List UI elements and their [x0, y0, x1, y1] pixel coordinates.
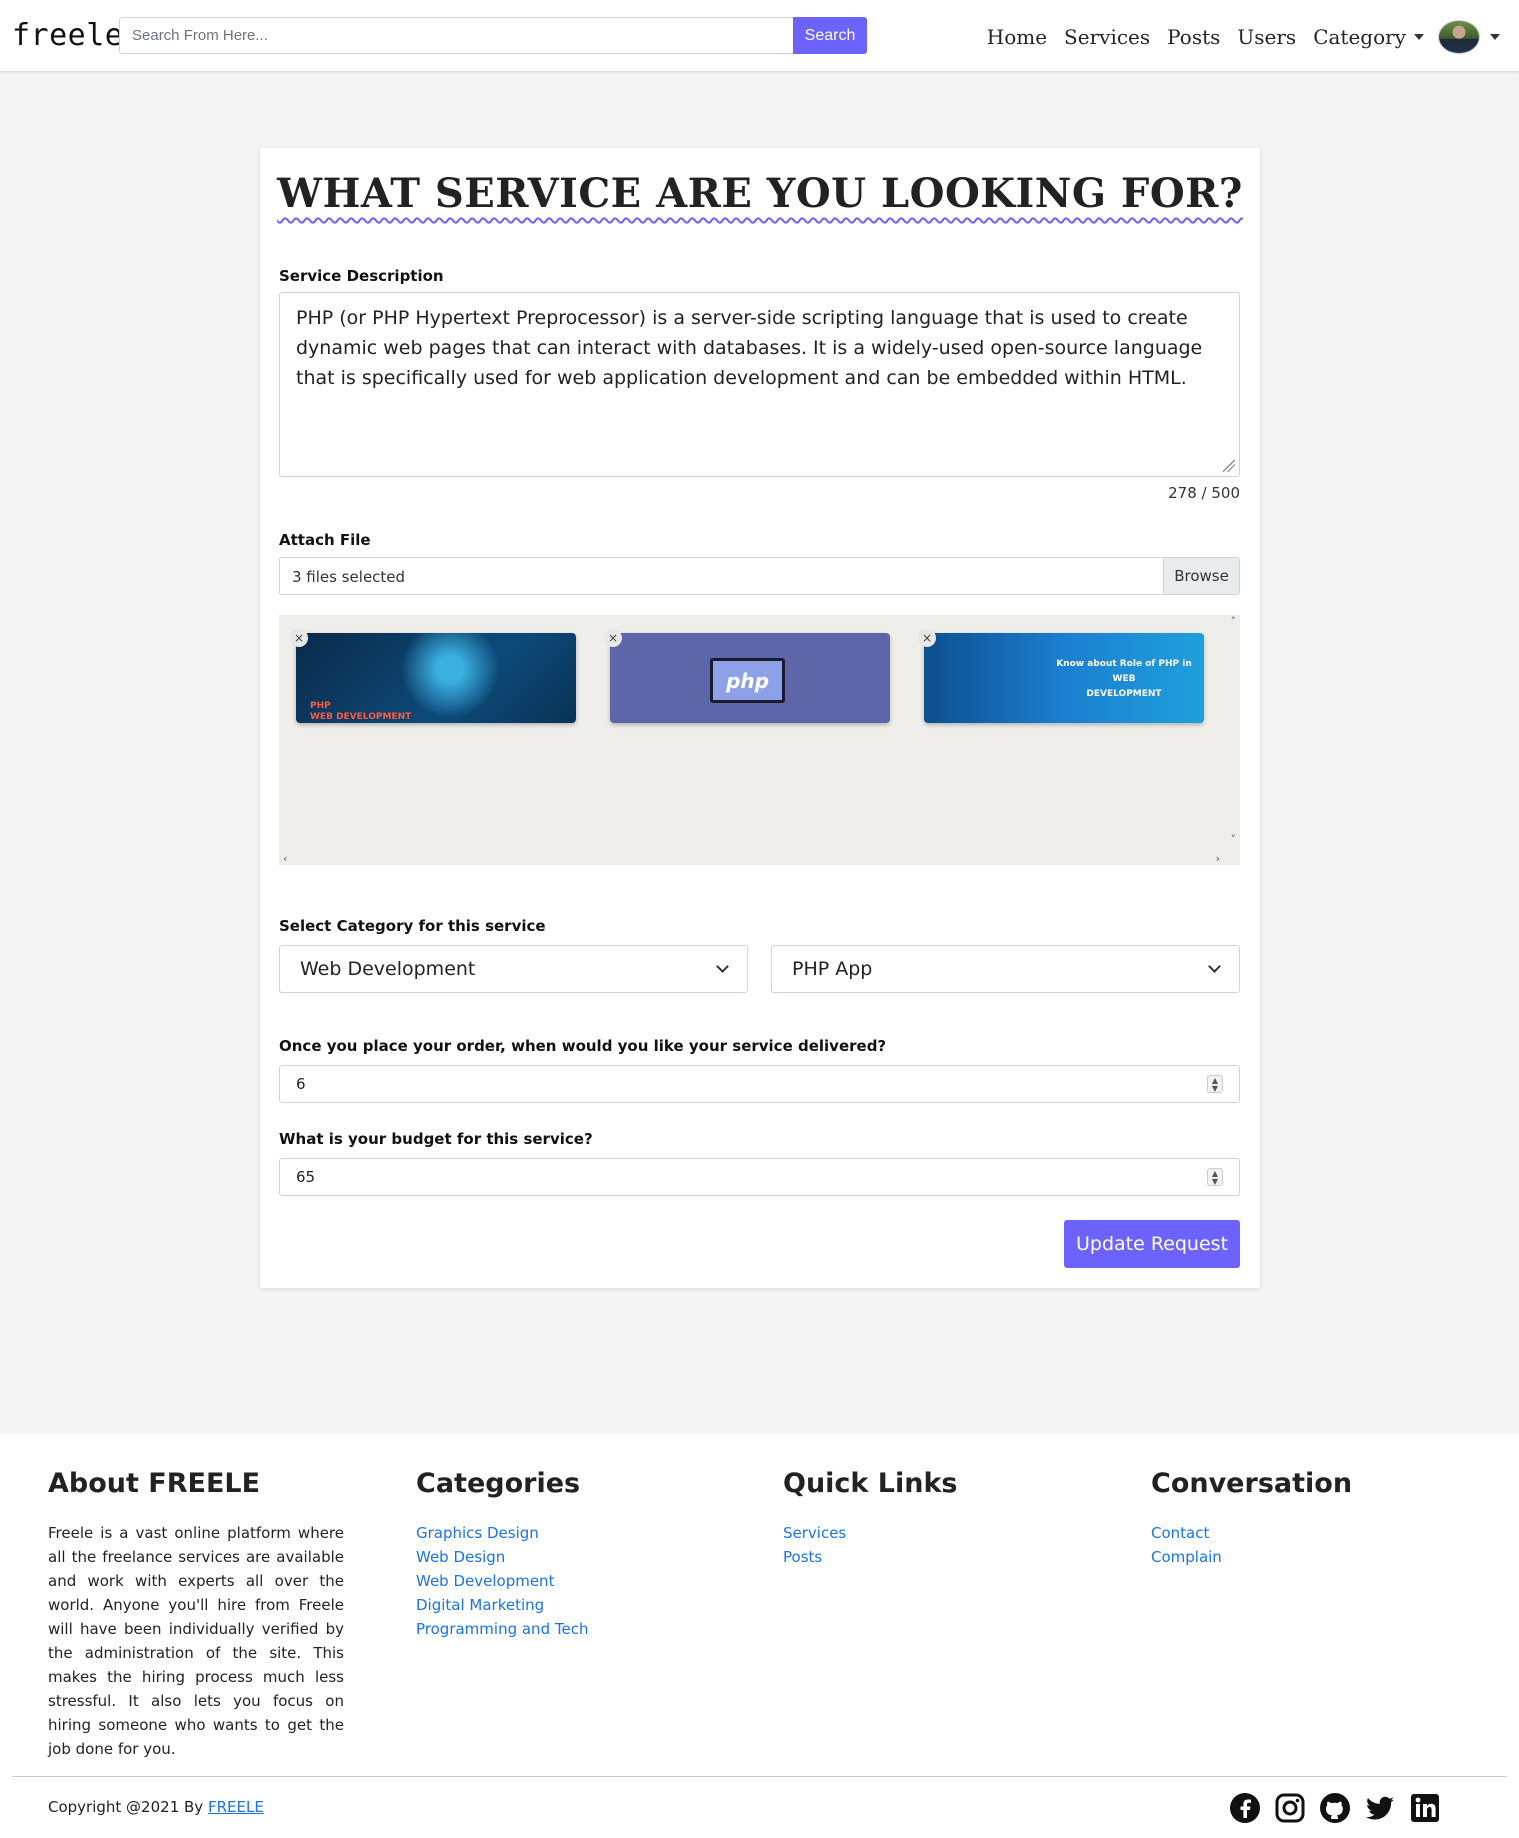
delivery-label: Once you place your order, when would yo… — [279, 1037, 887, 1055]
copyright: Copyright @2021 By FREELE — [48, 1798, 264, 1816]
footer-categories: Categories Graphics Design Web Design We… — [416, 1468, 588, 1641]
nav-category-dropdown[interactable]: Category — [1313, 25, 1424, 49]
browse-button[interactable]: Browse — [1163, 558, 1239, 594]
description-text: PHP (or PHP Hypertext Preprocessor) is a… — [296, 307, 1203, 389]
update-request-button[interactable]: Update Request — [1064, 1220, 1240, 1268]
footer-about: About FREELE Freele is a vast online pla… — [48, 1468, 344, 1761]
instagram-icon[interactable] — [1274, 1792, 1306, 1824]
scroll-left-icon[interactable]: ‹ — [283, 852, 287, 865]
footer-link-web-development[interactable]: Web Development — [416, 1572, 554, 1590]
user-avatar[interactable] — [1438, 20, 1480, 54]
footer-conversation-list: Contact Complain — [1151, 1521, 1352, 1569]
delivery-value: 6 — [296, 1075, 306, 1093]
avatar-caret-down-icon[interactable] — [1490, 34, 1500, 40]
description-label: Service Description — [279, 267, 444, 285]
scroll-right-icon[interactable]: › — [1216, 852, 1220, 865]
facebook-icon[interactable] — [1229, 1792, 1261, 1824]
preview-3-caption: Know about Role of PHP in WEB DEVELOPMEN… — [1056, 659, 1192, 699]
footer-divider — [12, 1776, 1507, 1777]
footer: About FREELE Freele is a vast online pla… — [0, 1434, 1519, 1838]
chevron-down-icon — [716, 959, 729, 973]
footer-about-text: Freele is a vast online platform where a… — [48, 1524, 344, 1758]
file-input[interactable]: 3 files selected Browse — [279, 557, 1240, 595]
preview-image-2: php — [610, 633, 890, 723]
nav-services[interactable]: Services — [1064, 25, 1150, 49]
budget-label: What is your budget for this service? — [279, 1130, 593, 1148]
file-input-text: 3 files selected — [292, 568, 406, 586]
navbar: freele Search Home Services Posts Users … — [0, 0, 1519, 72]
social-links — [1216, 1792, 1441, 1824]
category-select[interactable]: Web Development — [279, 945, 748, 993]
resize-handle-icon[interactable] — [1223, 460, 1235, 472]
footer-conversation: Conversation Contact Complain — [1151, 1468, 1352, 1569]
service-request-card: WHAT SERVICE ARE YOU LOOKING FOR? Servic… — [260, 148, 1260, 1288]
footer-quick-title: Quick Links — [783, 1468, 958, 1499]
nav-home[interactable]: Home — [987, 25, 1047, 49]
footer-link-web-design[interactable]: Web Design — [416, 1548, 505, 1566]
caret-down-icon — [1414, 34, 1424, 40]
nav-posts[interactable]: Posts — [1167, 25, 1220, 49]
footer-quick-links: Quick Links Services Posts — [783, 1468, 958, 1569]
description-textarea[interactable]: PHP (or PHP Hypertext Preprocessor) is a… — [279, 292, 1240, 477]
category-label: Select Category for this service — [279, 917, 546, 935]
nav-category-label: Category — [1313, 25, 1406, 49]
search-button[interactable]: Search — [793, 17, 867, 54]
number-spinner-icon[interactable]: ▲ ▼ — [1207, 1168, 1223, 1186]
github-icon[interactable] — [1319, 1792, 1351, 1824]
footer-conversation-title: Conversation — [1151, 1468, 1353, 1499]
search-input[interactable] — [119, 17, 793, 54]
chevron-down-icon — [1208, 959, 1221, 973]
footer-categories-title: Categories — [416, 1468, 581, 1499]
footer-link-digital-marketing[interactable]: Digital Marketing — [416, 1596, 544, 1614]
search-form: Search — [119, 17, 867, 54]
brand-logo[interactable]: freele — [12, 18, 123, 53]
footer-categories-list: Graphics Design Web Design Web Developme… — [416, 1521, 588, 1641]
remove-file-2-icon[interactable]: × — [604, 629, 622, 647]
remove-file-1-icon[interactable]: × — [290, 629, 308, 647]
footer-link-services[interactable]: Services — [783, 1524, 846, 1542]
preview-1-caption: PHP WEB DEVELOPMENT — [310, 701, 412, 722]
file-preview-area[interactable]: × PHP WEB DEVELOPMENT × php × Know about… — [279, 615, 1240, 865]
category-select-value: Web Development — [300, 958, 476, 980]
footer-link-complain[interactable]: Complain — [1151, 1548, 1222, 1566]
char-counter: 278 / 500 — [1168, 484, 1240, 502]
php-monitor-icon: php — [710, 658, 785, 703]
budget-input[interactable]: 65 ▲ ▼ — [279, 1158, 1240, 1196]
nav-links: Home Services Posts Users Category — [970, 20, 1500, 54]
subcategory-select[interactable]: PHP App — [771, 945, 1240, 993]
footer-link-posts[interactable]: Posts — [783, 1548, 822, 1566]
scroll-down-icon[interactable]: ˅ — [1231, 833, 1237, 846]
scroll-up-icon[interactable]: ˄ — [1231, 615, 1237, 628]
attach-file-label: Attach File — [279, 531, 371, 549]
footer-link-contact[interactable]: Contact — [1151, 1524, 1209, 1542]
preview-image-1: PHP WEB DEVELOPMENT — [296, 633, 576, 723]
nav-users[interactable]: Users — [1237, 25, 1296, 49]
footer-quick-list: Services Posts — [783, 1521, 958, 1569]
footer-link-programming-tech[interactable]: Programming and Tech — [416, 1620, 588, 1638]
subcategory-select-value: PHP App — [792, 958, 873, 980]
page-title: WHAT SERVICE ARE YOU LOOKING FOR? — [260, 170, 1260, 217]
copyright-text: Copyright @2021 By — [48, 1798, 208, 1816]
footer-about-title: About FREELE — [48, 1468, 261, 1499]
preview-2-caption: php — [726, 669, 769, 693]
twitter-icon[interactable] — [1364, 1792, 1396, 1824]
number-spinner-icon[interactable]: ▲ ▼ — [1207, 1075, 1223, 1093]
preview-image-3: Know about Role of PHP in WEB DEVELOPMEN… — [924, 633, 1204, 723]
delivery-input[interactable]: 6 ▲ ▼ — [279, 1065, 1240, 1103]
remove-file-3-icon[interactable]: × — [918, 629, 936, 647]
copyright-link[interactable]: FREELE — [208, 1798, 264, 1816]
budget-value: 65 — [296, 1168, 316, 1186]
page-title-text: WHAT SERVICE ARE YOU LOOKING FOR? — [277, 170, 1243, 217]
footer-link-graphics-design[interactable]: Graphics Design — [416, 1524, 539, 1542]
linkedin-icon[interactable] — [1409, 1792, 1441, 1824]
